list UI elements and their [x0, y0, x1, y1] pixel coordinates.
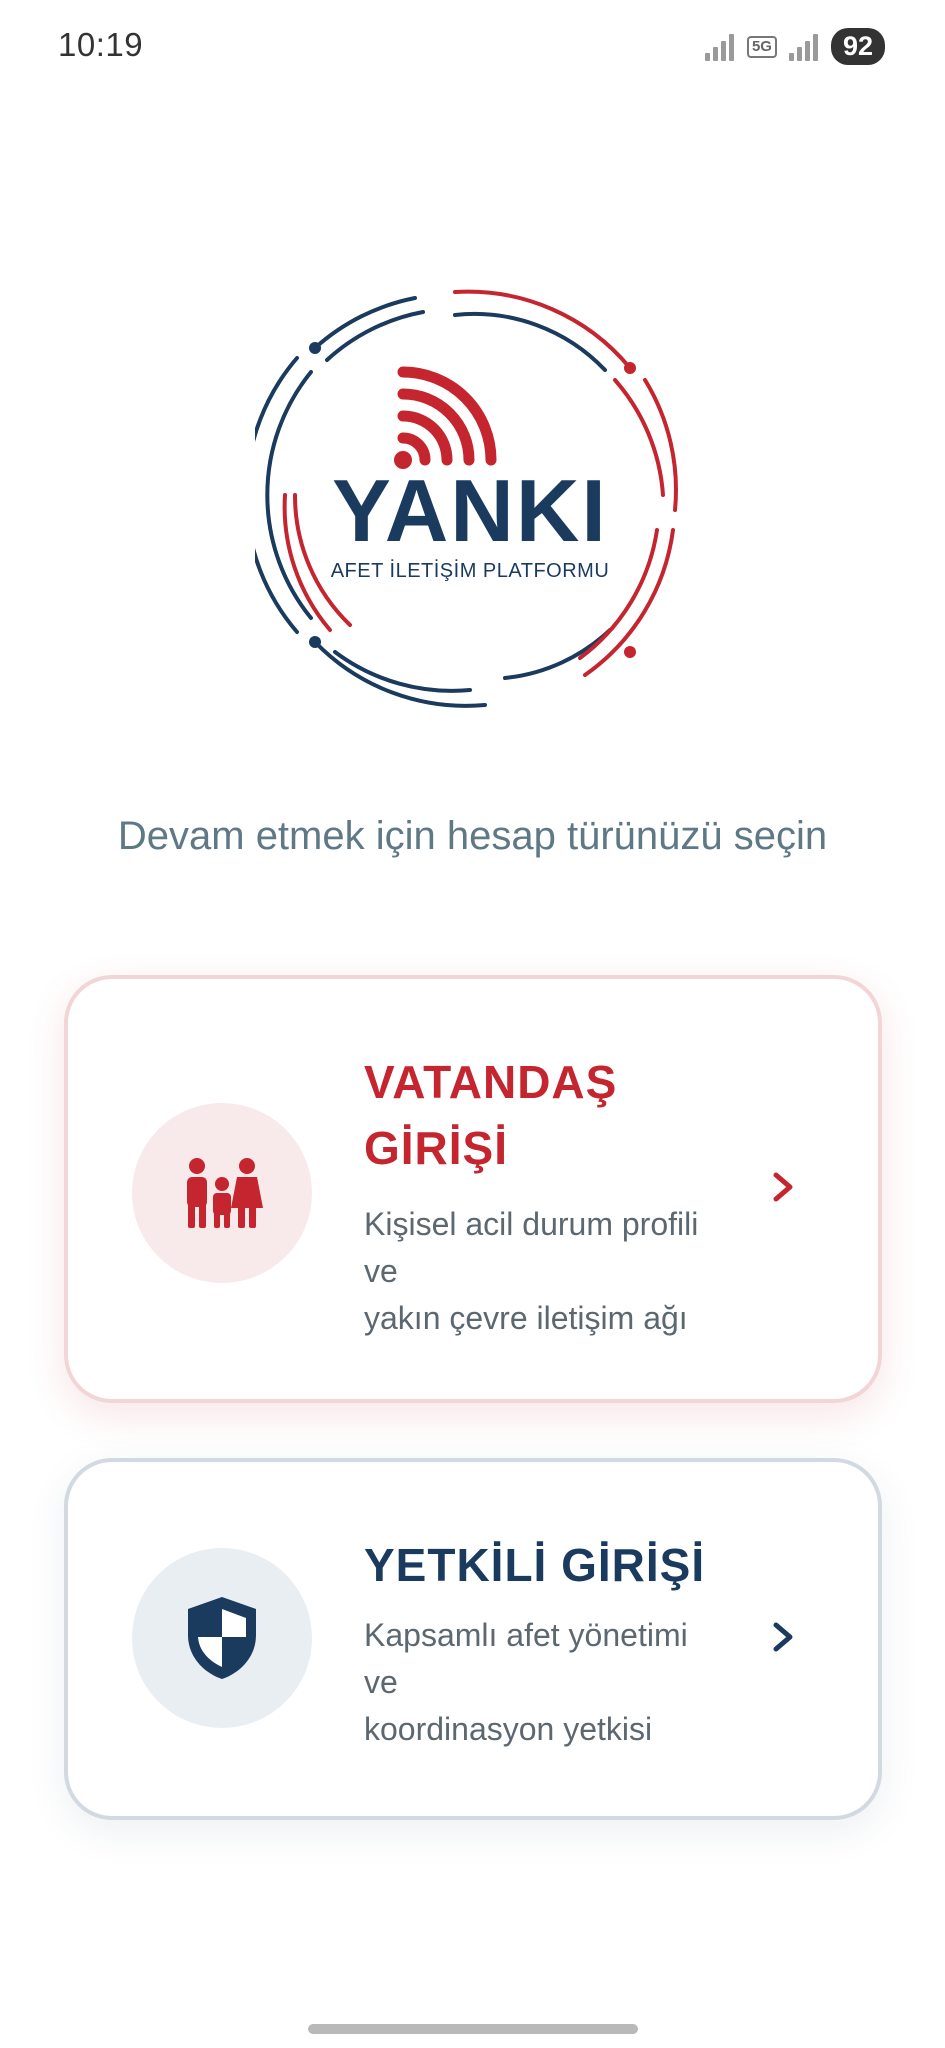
citizen-desc-line-3: yakın çevre iletişim ağı	[364, 1300, 688, 1336]
authorized-icon-circle	[132, 1548, 312, 1728]
authorized-card-description: Kapsamlı afet yönetimi ve koordinasyon y…	[364, 1612, 688, 1753]
authorized-desc-line-2: ve	[364, 1664, 398, 1700]
status-bar: 10:19 5G 92	[0, 0, 945, 95]
citizen-title-line-1: VATANDAŞ	[364, 1056, 618, 1108]
citizen-card-title: VATANDAŞ GİRİŞİ	[364, 1049, 664, 1181]
signal-icon-2	[788, 33, 819, 61]
authorized-card-title: YETKİLİ GİRİŞİ	[364, 1539, 706, 1591]
battery-indicator: 92	[830, 28, 885, 65]
app-logo: YANKI AFET İLETİŞİM PLATFORMU	[255, 280, 685, 710]
logo-tagline: AFET İLETİŞİM PLATFORMU	[330, 560, 610, 582]
account-type-prompt: Devam etmek için hesap türünüzü seçin	[117, 814, 828, 858]
authorized-desc-line-3: koordinasyon yetkisi	[364, 1711, 653, 1747]
network-type-badge: 5G	[746, 35, 777, 58]
home-indicator[interactable]	[308, 2024, 638, 2034]
citizen-desc-line-1: Kişisel acil durum profili	[364, 1206, 699, 1242]
authorized-login-card[interactable]: YETKİLİ GİRİŞİ Kapsamlı afet yönetimi ve…	[64, 1458, 882, 1820]
citizen-title-line-2: GİRİŞİ	[364, 1122, 509, 1174]
family-icon	[187, 1158, 263, 1228]
citizen-login-card[interactable]: VATANDAŞ GİRİŞİ Kişisel acil durum profi…	[64, 975, 882, 1403]
chevron-right-icon	[773, 1622, 793, 1652]
logo-wordmark: YANKI	[332, 461, 608, 560]
citizen-icon-circle	[132, 1103, 312, 1283]
signal-icon	[704, 33, 735, 61]
authorized-desc-line-1: Kapsamlı afet yönetimi	[364, 1617, 688, 1653]
citizen-card-description: Kişisel acil durum profili ve yakın çevr…	[364, 1201, 698, 1342]
citizen-desc-line-2: ve	[364, 1253, 398, 1289]
shield-icon	[188, 1597, 256, 1679]
status-time: 10:19	[58, 26, 144, 63]
chevron-right-icon	[773, 1172, 793, 1202]
status-icons: 5G 92	[704, 28, 885, 65]
